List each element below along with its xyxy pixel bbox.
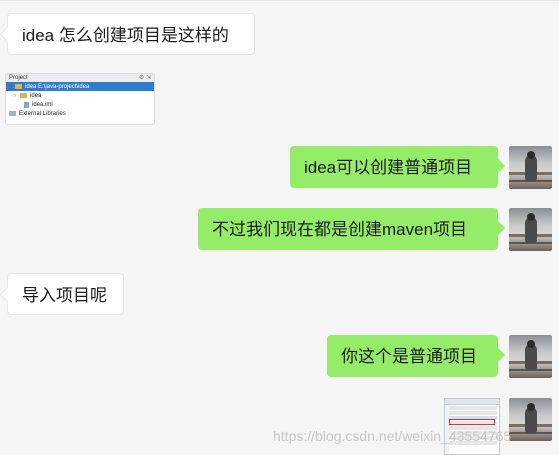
menu-bar: [445, 399, 499, 405]
message-text: 不过我们现在都是创建maven项目: [212, 220, 468, 239]
tree-row-label: idea: [30, 92, 42, 99]
project-panel-title: Project: [9, 75, 28, 81]
chat-window: idea 怎么创建项目是这样的 Project ⚙ ⇲ ▾ idea E:\ja…: [0, 0, 559, 455]
avatar[interactable]: [509, 335, 552, 378]
tree-row-folder: › idea: [6, 91, 154, 100]
project-panel-header: Project ⚙ ⇲: [6, 74, 154, 82]
message-bubble-outgoing[interactable]: 不过我们现在都是创建maven项目: [198, 208, 498, 250]
avatar-detail: [527, 340, 535, 348]
avatar[interactable]: [509, 208, 552, 251]
tree-row-label: idea E:\java-project\idea: [25, 83, 90, 90]
menu-item: [447, 406, 497, 410]
avatar[interactable]: [509, 146, 552, 189]
tree-row-root: ▾ idea E:\java-project\idea: [6, 82, 154, 91]
message-text: idea 怎么创建项目是这样的: [22, 26, 229, 45]
folder-icon: [15, 84, 22, 89]
tree-row-libraries: External Libraries: [6, 109, 154, 118]
avatar-detail: [527, 213, 535, 221]
message-bubble-outgoing[interactable]: 你这个是普通项目: [327, 335, 498, 377]
menu-item: [447, 411, 497, 415]
panel-controls-icon: ⚙ ⇲: [138, 75, 151, 81]
message-bubble-outgoing[interactable]: idea可以创建普通项目: [290, 146, 498, 188]
message-text: 你这个是普通项目: [341, 347, 477, 366]
message-bubble-incoming[interactable]: idea 怎么创建项目是这样的: [7, 13, 255, 55]
tree-row-label: idea.iml: [32, 101, 53, 108]
avatar-detail: [527, 151, 535, 159]
folder-icon: [20, 93, 27, 98]
watermark: https://blog.csdn.net/weixin_43554765: [273, 428, 512, 444]
highlight-box: [449, 419, 495, 425]
message-text: idea可以创建普通项目: [304, 158, 473, 177]
file-icon: [24, 101, 29, 108]
message-image-menu-screenshot[interactable]: [444, 398, 500, 455]
avatar[interactable]: [509, 398, 552, 441]
tree-row-file: idea.iml: [6, 100, 154, 109]
tree-row-label: External Libraries: [19, 110, 66, 117]
avatar-detail: [527, 403, 535, 411]
library-icon: [9, 111, 16, 116]
message-bubble-incoming[interactable]: 导入项目呢: [7, 273, 124, 315]
top-divider: [0, 0, 559, 1]
message-image-project-tree[interactable]: Project ⚙ ⇲ ▾ idea E:\java-project\idea …: [5, 73, 155, 125]
message-text: 导入项目呢: [22, 286, 107, 305]
